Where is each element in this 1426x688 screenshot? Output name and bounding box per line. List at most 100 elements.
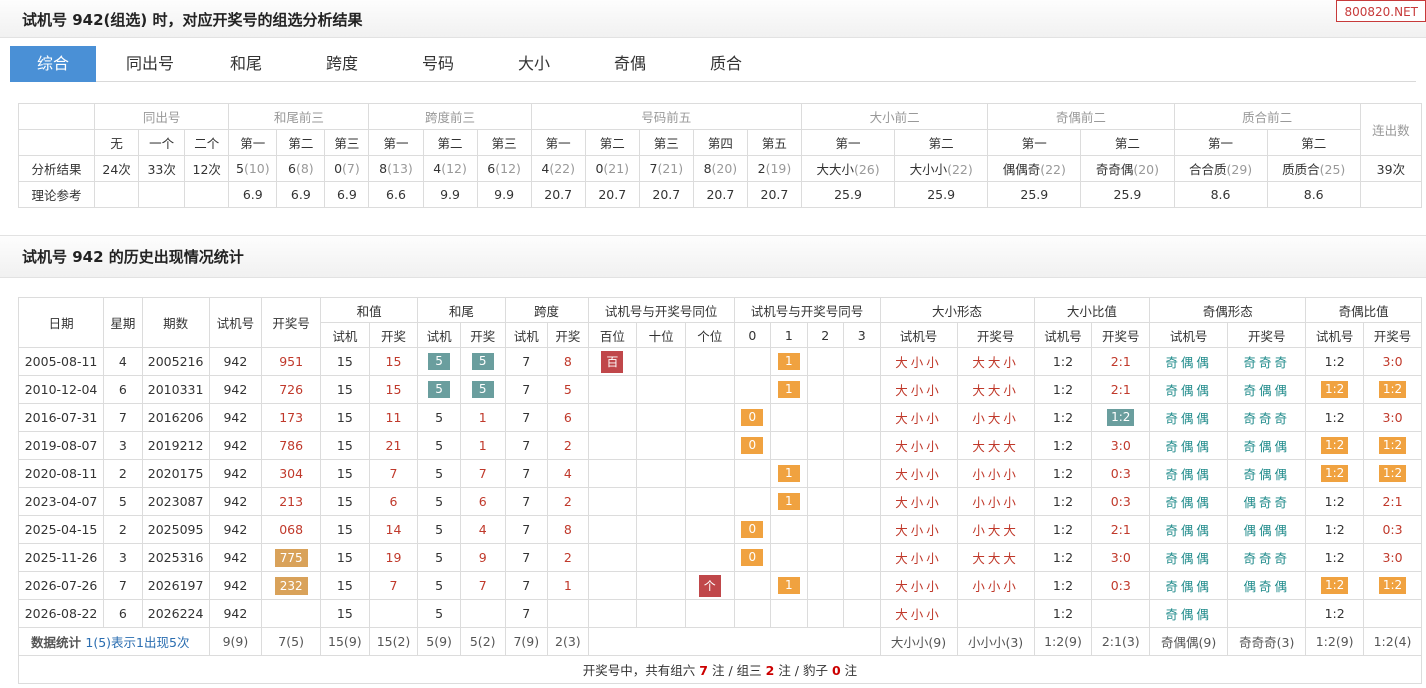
same-position-cell <box>684 431 735 460</box>
same-position-cell <box>684 347 735 376</box>
same-digit-cell <box>843 375 881 404</box>
sum-test-cell: 15 <box>320 571 370 600</box>
tab-same-numbers[interactable]: 同出号 <box>107 46 193 82</box>
date-cell: 2026-08-22 <box>17 599 105 628</box>
bs-draw-cell: 大大大 <box>956 543 1035 572</box>
test-number-cell: 942 <box>208 347 263 376</box>
form-value: 奇偶偶 <box>1165 579 1212 594</box>
group-header: 奇偶前二 <box>987 103 1175 130</box>
tail-value: 7 <box>478 466 487 481</box>
sub-header: 第一 <box>530 129 586 156</box>
same-digit-badge: 0 <box>741 549 764 566</box>
history-row: 2026-07-26 7 2026197 942 232 15 7 5 7 7 1 个 1 大小小 小小小 1… <box>17 571 1422 600</box>
reference-cell <box>184 181 230 208</box>
sum-draw-cell: 11 <box>368 403 419 432</box>
sub-header: 试机号 <box>879 322 958 348</box>
result-count: (7) <box>342 161 360 176</box>
sum-draw-cell: 6 <box>368 487 419 516</box>
sub-header: 1 <box>770 322 808 348</box>
sub-header: 第四 <box>692 129 748 156</box>
oe-ratio-draw-cell <box>1363 599 1422 628</box>
same-digit-cell <box>733 487 772 516</box>
reference-cell: 20.7 <box>692 181 748 208</box>
same-position-cell <box>684 599 735 628</box>
stats-span-draw: 2(3) <box>547 627 589 656</box>
same-position-cell <box>636 403 686 432</box>
sub-header: 十位 <box>636 322 686 348</box>
tail-test-cell: 5 <box>417 599 461 628</box>
tail-test-cell: 5 <box>417 571 461 600</box>
bs-ratio-draw-cell <box>1091 599 1151 628</box>
bs-ratio-draw-cell: 0:3 <box>1091 571 1151 600</box>
weekday-cell: 6 <box>103 375 143 404</box>
stats-oe-draw: 奇奇奇(3) <box>1227 627 1307 656</box>
reference-cell: 9.9 <box>476 181 532 208</box>
ratio-badge: 1:2 <box>1320 465 1349 482</box>
tail-test-cell: 5 <box>417 347 461 376</box>
tail-value: 5 <box>435 466 444 481</box>
oe-ratio-test-cell: 1:2 <box>1305 487 1365 516</box>
bs-ratio-draw-cell: 3:0 <box>1091 431 1151 460</box>
same-position-cell <box>684 459 735 488</box>
result-value: 大小小 <box>909 162 948 177</box>
ratio-value: 2:1 <box>1110 354 1131 369</box>
stats-empty <box>587 627 881 656</box>
footer-text: 开奖号中，共有组六 <box>582 663 696 678</box>
sub-header: 开奖 <box>368 322 419 348</box>
form-value: 大小小 <box>895 411 942 426</box>
row-label: 分析结果 <box>17 155 96 182</box>
ratio-value: 0:3 <box>1110 578 1131 593</box>
same-digit-cell <box>843 543 881 572</box>
draw-number-badge: 775 <box>274 548 308 567</box>
stats-note: 1(5)表示1出现5次 <box>85 635 190 650</box>
sub-header: 个位 <box>684 322 735 348</box>
date-cell: 2010-12-04 <box>17 375 105 404</box>
result-value: 奇奇偶 <box>1095 162 1134 177</box>
same-digit-cell <box>806 403 845 432</box>
col-draw-number: 开奖号 <box>261 297 322 348</box>
ratio-value: 1:2 <box>1324 494 1345 509</box>
sum-draw-cell <box>368 599 419 628</box>
stats-label: 数据统计 1(5)表示1出现5次 <box>18 627 210 656</box>
result-count: (22) <box>549 161 575 176</box>
ratio-value: 2:1 <box>1382 494 1403 509</box>
result-value: 2 <box>757 161 766 176</box>
bs-ratio-test-cell: 1:2 <box>1033 599 1093 628</box>
span-draw-cell: 6 <box>547 403 589 432</box>
tail-value: 9 <box>478 550 487 565</box>
tail-test-cell: 5 <box>417 515 461 544</box>
same-digit-cell <box>806 487 845 516</box>
issue-cell: 2019212 <box>141 431 210 460</box>
corner-cell <box>17 103 96 130</box>
same-digit-cell: 1 <box>770 347 808 376</box>
col-same-position: 试机号与开奖号同位 <box>587 297 735 323</box>
span-test-cell: 7 <box>504 347 549 376</box>
same-digit-cell <box>806 375 845 404</box>
tab-numbers[interactable]: 号码 <box>395 46 481 82</box>
tab-big-small[interactable]: 大小 <box>491 46 577 82</box>
oe-test-cell: 奇偶偶 <box>1149 459 1229 488</box>
same-position-cell <box>636 599 686 628</box>
oe-test-cell: 奇偶偶 <box>1149 543 1229 572</box>
span-test-cell: 7 <box>504 487 549 516</box>
bs-test-cell: 大小小 <box>879 599 958 628</box>
sub-header: 第二 <box>422 129 478 156</box>
tab-odd-even[interactable]: 奇偶 <box>587 46 673 82</box>
span-draw-cell: 2 <box>547 543 589 572</box>
site-badge[interactable]: 800820.NET <box>1336 0 1426 22</box>
tab-span[interactable]: 跨度 <box>299 46 385 82</box>
tail-value: 1 <box>478 438 487 453</box>
tail-draw-cell: 1 <box>459 403 506 432</box>
oe-test-cell: 奇偶偶 <box>1149 347 1229 376</box>
tab-prime-composite[interactable]: 质合 <box>683 46 769 82</box>
tab-sum-tail[interactable]: 和尾 <box>203 46 289 82</box>
same-position-cell <box>587 571 638 600</box>
span-test-cell: 7 <box>504 515 549 544</box>
analysis-group-row: 同出号 和尾前三 跨度前三 号码前五 大小前二 奇偶前二 质合前二 连出数 <box>17 103 1423 156</box>
same-position-cell <box>636 459 686 488</box>
sub-header: 第二 <box>1266 129 1361 156</box>
tab-overview[interactable]: 综合 <box>10 46 96 82</box>
result-cell: 大小小(22) <box>894 155 989 182</box>
tail-draw-cell: 7 <box>459 571 506 600</box>
same-digit-badge: 1 <box>777 381 800 398</box>
